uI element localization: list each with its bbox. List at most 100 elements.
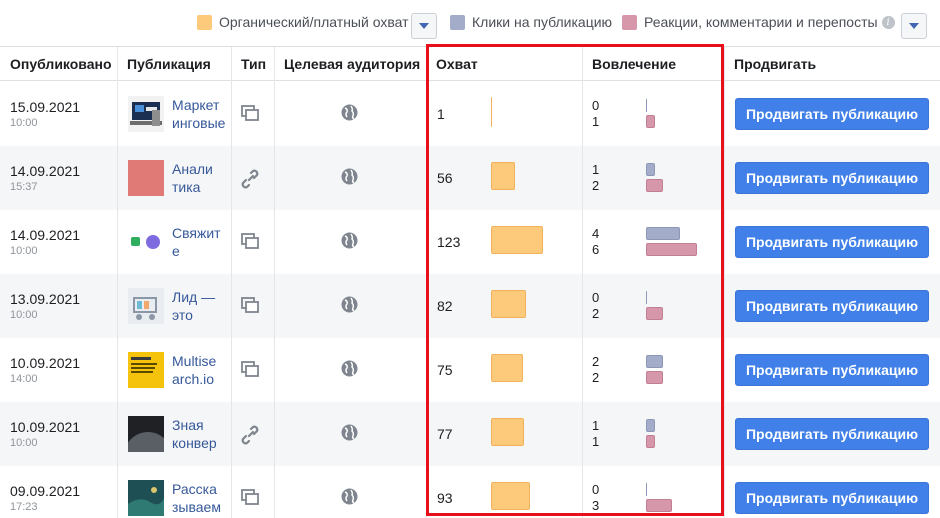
- reach-bar: [491, 418, 524, 446]
- chevron-down-icon: [909, 23, 919, 29]
- post-title-line: е: [172, 243, 180, 259]
- clicks-value: 1: [592, 418, 600, 433]
- post-thumbnail[interactable]: [128, 480, 164, 516]
- post-title-line: Свяжит: [172, 225, 221, 241]
- clicks-bar: [646, 291, 647, 304]
- reach-value: 75: [437, 362, 453, 378]
- table-row: 14.09.2021 15:37 Анали тика 56 1 2 Продвигать п…: [0, 146, 940, 210]
- legend-swatch-clicks: [450, 14, 465, 30]
- column-header-type[interactable]: Тип: [231, 47, 266, 81]
- clicks-bar: [646, 99, 647, 112]
- clicks-value: 0: [592, 290, 600, 305]
- reactions-value: 2: [592, 178, 600, 193]
- post-title-link[interactable]: Расска зываем: [172, 480, 228, 516]
- post-icon: [241, 361, 259, 382]
- publish-time: 10:00: [10, 309, 38, 321]
- clicks-value: 0: [592, 98, 600, 113]
- clicks-value: 1: [592, 162, 600, 177]
- post-thumbnail[interactable]: [128, 288, 164, 324]
- post-thumbnail[interactable]: [128, 416, 164, 452]
- reactions-bar: [646, 371, 663, 384]
- legend-swatch-reach: [197, 14, 212, 30]
- post-title-link[interactable]: Маркет инговые: [172, 96, 228, 132]
- promote-post-button[interactable]: Продвигать публикацию: [735, 418, 929, 450]
- reach-value: 82: [437, 298, 453, 314]
- post-title-line: Анали: [172, 161, 213, 177]
- legend-item-clicks: Клики на публикацию: [450, 14, 612, 30]
- reactions-bar: [646, 243, 697, 256]
- column-header-audience[interactable]: Целевая аудитория: [274, 47, 420, 81]
- clicks-bar: [646, 227, 680, 240]
- table-row: 13.09.2021 10:00 Лид — это 82 0 2 Продвигать пу…: [0, 274, 940, 338]
- post-thumbnail[interactable]: [128, 224, 164, 260]
- post-title-link[interactable]: Зная конвер: [172, 416, 228, 452]
- reach-dropdown-button[interactable]: [411, 13, 437, 39]
- publish-date: 09.09.2021: [10, 483, 81, 499]
- column-header-promote: Продвигать: [734, 56, 817, 72]
- publish-date: 10.09.2021: [10, 419, 81, 435]
- globe-icon: [341, 360, 358, 382]
- link-icon: [241, 425, 259, 450]
- promote-post-button[interactable]: Продвигать публикацию: [735, 226, 929, 258]
- publish-date: 13.09.2021: [10, 291, 81, 307]
- publish-time: 10:00: [10, 245, 38, 257]
- reactions-value: 6: [592, 242, 600, 257]
- column-header-engagement[interactable]: Вовлечение: [582, 47, 676, 81]
- publish-time: 14:00: [10, 373, 38, 385]
- post-title-link[interactable]: Анали тика: [172, 160, 228, 196]
- post-title-line: это: [172, 307, 193, 323]
- column-header-published[interactable]: Опубликовано: [0, 47, 112, 81]
- post-title-link[interactable]: Свяжит е: [172, 224, 228, 260]
- post-title-line: зываем: [172, 499, 221, 515]
- post-thumbnail[interactable]: [128, 160, 164, 196]
- post-title-line: Лид —: [172, 289, 216, 305]
- post-title-link[interactable]: Лид — это: [172, 288, 228, 324]
- clicks-bar: [646, 419, 655, 432]
- reach-bar: [491, 354, 523, 382]
- publish-date: 14.09.2021: [10, 163, 81, 179]
- post-title-line: Зная: [172, 417, 204, 433]
- publish-time: 10:00: [10, 437, 38, 449]
- engagement-dropdown-button[interactable]: [901, 13, 927, 39]
- promote-post-button[interactable]: Продвигать публикацию: [735, 354, 929, 386]
- table-row: 10.09.2021 10:00 Зная конвер 77 1 1 Продвигать …: [0, 402, 940, 466]
- post-thumbnail[interactable]: [128, 352, 164, 388]
- column-header-publication[interactable]: Публикация: [117, 47, 211, 81]
- legend-label-reactions: Реакции, комментарии и перепосты: [644, 14, 878, 30]
- clicks-bar: [646, 483, 647, 496]
- globe-icon: [341, 488, 358, 510]
- clicks-value: 2: [592, 354, 600, 369]
- reactions-value: 1: [592, 434, 600, 449]
- reach-value: 77: [437, 426, 453, 442]
- legend-item-reactions: Реакции, комментарии и перепосты i: [622, 14, 895, 30]
- legend-label-reach: Органический/платный охват: [219, 14, 409, 30]
- chevron-down-icon: [419, 23, 429, 29]
- reach-bar: [491, 162, 515, 190]
- reactions-bar: [646, 307, 663, 320]
- column-header-reach[interactable]: Охват: [426, 47, 478, 81]
- publish-date: 10.09.2021: [10, 355, 81, 371]
- promote-post-button[interactable]: Продвигать публикацию: [735, 482, 929, 514]
- info-icon[interactable]: i: [881, 15, 895, 29]
- publish-time: 15:37: [10, 181, 38, 193]
- promote-post-button[interactable]: Продвигать публикацию: [735, 162, 929, 194]
- table-row: 10.09.2021 14:00 Multise arch.io 75 2 2 Продвиг…: [0, 338, 940, 402]
- chart-legend: Органический/платный охват Клики на публ…: [0, 0, 940, 46]
- post-title-line: Маркет: [172, 97, 220, 113]
- reactions-value: 2: [592, 306, 600, 321]
- promote-post-button[interactable]: Продвигать публикацию: [735, 98, 929, 130]
- clicks-bar: [646, 355, 663, 368]
- posts-table: Опубликовано Публикация Тип Целевая ауди…: [0, 46, 940, 518]
- reactions-value: 1: [592, 114, 600, 129]
- globe-icon: [341, 296, 358, 318]
- post-icon: [241, 233, 259, 254]
- post-icon: [241, 105, 259, 126]
- post-title-line: Расска: [172, 481, 217, 497]
- promote-post-button[interactable]: Продвигать публикацию: [735, 290, 929, 322]
- post-thumbnail[interactable]: [128, 96, 164, 132]
- reactions-bar: [646, 435, 655, 448]
- post-title-line: arch.io: [172, 371, 215, 387]
- reach-bar: [491, 290, 526, 318]
- post-title-link[interactable]: Multise arch.io: [172, 352, 228, 388]
- post-icon: [241, 489, 259, 510]
